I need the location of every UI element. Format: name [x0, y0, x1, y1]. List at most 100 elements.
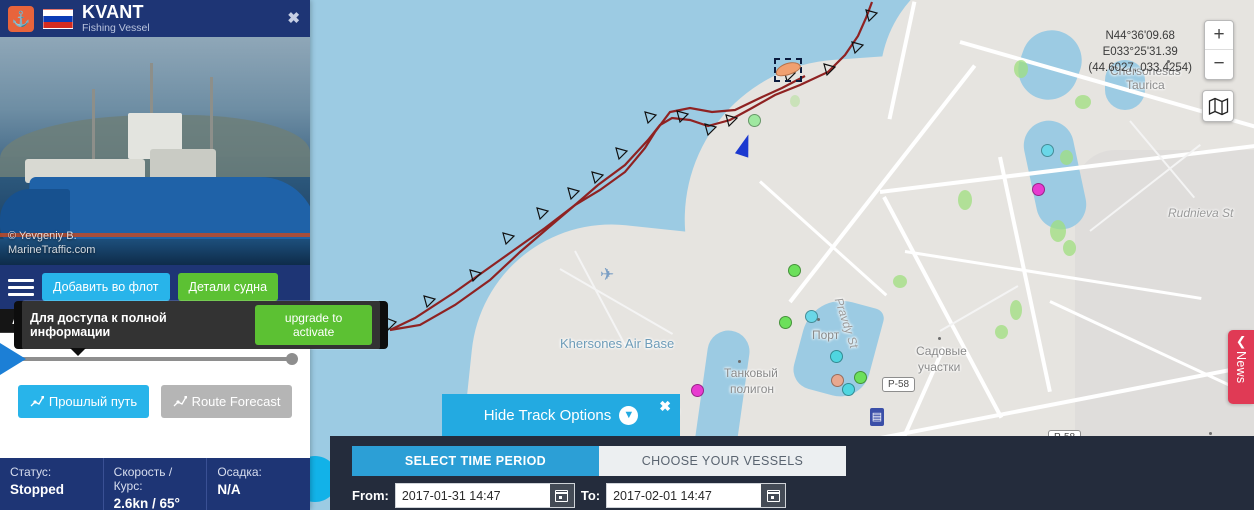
to-label: To:	[580, 488, 601, 503]
route-buttons: Прошлый путь Route Forecast	[0, 385, 310, 432]
vessel-marker[interactable]	[1032, 183, 1045, 196]
park-patch	[790, 95, 800, 107]
hamburger-icon[interactable]	[8, 278, 34, 296]
russia-flag-icon	[43, 8, 73, 29]
vessel-status-bar: Статус: Stopped Скорость / Курс: 2.6kn /…	[0, 458, 310, 510]
zoom-out-button[interactable]: −	[1205, 50, 1233, 79]
vessel-marker[interactable]	[1041, 144, 1054, 157]
park-patch	[1050, 220, 1066, 242]
close-track-options-icon[interactable]: ✖	[659, 398, 671, 415]
layers-icon	[1208, 97, 1228, 115]
tab-choose-your-vessels[interactable]: CHOOSE YOUR VESSELS	[599, 446, 846, 476]
photo-mast	[92, 89, 95, 163]
draught-label: Осадка:	[217, 465, 262, 479]
poi-dot	[1209, 432, 1212, 435]
to-calendar-button[interactable]	[761, 484, 786, 507]
vessel-marker[interactable]	[805, 310, 818, 323]
park-patch	[1060, 150, 1073, 165]
hide-track-label: Hide Track Options	[483, 406, 612, 424]
draught-cell: Осадка: N/A	[206, 458, 310, 510]
news-tab[interactable]: ❯ News	[1228, 330, 1254, 404]
tooltip-text: Для доступа к полной информации	[30, 311, 167, 339]
tab-select-time-period[interactable]: SELECT TIME PERIOD	[352, 446, 599, 476]
road-shield: P-58	[882, 377, 916, 392]
upgrade-tooltip: Для доступа к полной информации upgrade …	[14, 300, 388, 356]
park-patch	[1075, 95, 1091, 109]
slider-end-handle[interactable]	[286, 353, 298, 365]
status-cell: Статус: Stopped	[0, 458, 103, 510]
slider-track[interactable]	[0, 343, 298, 375]
poi-dot	[938, 337, 941, 340]
track-options-panel: SELECT TIME PERIOD CHOOSE YOUR VESSELS F…	[330, 436, 1254, 510]
track-tabs: SELECT TIME PERIOD CHOOSE YOUR VESSELS	[352, 446, 846, 476]
zoom-controls: + −	[1204, 20, 1234, 80]
news-tab-label: News	[1234, 350, 1248, 384]
hide-track-options-bar[interactable]: Hide Track Options ▼ ✖	[442, 394, 680, 436]
to-date-input[interactable]	[607, 488, 762, 503]
park-patch	[1014, 60, 1028, 78]
vessel-type: Fishing Vessel	[82, 22, 150, 35]
from-date-input[interactable]	[395, 488, 550, 503]
park-patch	[958, 190, 972, 210]
status-label: Статус:	[10, 465, 52, 479]
upgrade-to-activate-button[interactable]: upgrade to activate	[255, 305, 372, 345]
route-icon	[30, 395, 44, 406]
park-patch	[1010, 300, 1022, 320]
airport-icon: ✈	[600, 265, 615, 284]
longitude-dms: E033°25'31.39	[1102, 46, 1178, 58]
add-to-fleet-button[interactable]: Добавить во флот	[42, 273, 170, 301]
route-forecast-button[interactable]: Route Forecast	[161, 385, 292, 418]
vessel-marker[interactable]	[748, 114, 761, 127]
past-track-button[interactable]: Прошлый путь	[18, 385, 149, 418]
from-calendar-button[interactable]	[549, 484, 574, 507]
decimal-coords: (44.6027, 033.4254)	[1088, 62, 1192, 74]
calendar-icon	[555, 489, 569, 502]
coordinate-readout: N44°36'09.68 E033°25'31.39 (44.6027, 033…	[1088, 28, 1192, 76]
vessel-info-panel: ⚓ KVANT Fishing Vessel ✖ © Yevgeniy B. M…	[0, 0, 310, 510]
park-patch	[995, 325, 1008, 339]
status-value: Stopped	[10, 482, 64, 497]
vessel-photo: © Yevgeniy B. MarineTraffic.com	[0, 37, 310, 265]
vessel-panel-header: ⚓ KVANT Fishing Vessel ✖	[0, 0, 310, 37]
hide-track-caption: Hide Track Options ▼	[483, 405, 639, 425]
poi-dot	[738, 360, 741, 363]
photo-source: MarineTraffic.com	[8, 244, 96, 256]
layers-button[interactable]	[1202, 90, 1234, 122]
route-forecast-label: Route Forecast	[191, 394, 281, 409]
chevron-down-icon: ▼	[619, 405, 639, 425]
vessel-title-block: KVANT Fishing Vessel	[82, 3, 150, 34]
vessel-details-button[interactable]: Детали судна	[177, 273, 279, 301]
tooltip-content: Для доступа к полной информации upgrade …	[22, 300, 380, 350]
vessel-marker[interactable]	[788, 264, 801, 277]
date-range-row: From: To:	[352, 483, 1232, 508]
draught-value: N/A	[217, 482, 241, 497]
park-patch	[1063, 240, 1076, 256]
park-patch	[893, 275, 907, 288]
to-date-field[interactable]	[606, 483, 787, 508]
railway-icon: ▤	[870, 408, 884, 426]
vessel-marker[interactable]	[842, 383, 855, 396]
photo-credit: © Yevgeniy B.	[8, 230, 77, 242]
vessel-marker[interactable]	[830, 350, 843, 363]
marine-traffic-app: ✈ ▤ Chersonesus Taurica Rudnieva St Kher…	[0, 0, 1254, 510]
speed-course-value: 2.6kn / 65°	[113, 496, 180, 510]
vessel-marker[interactable]	[691, 384, 704, 397]
photo-watermark: © Yevgeniy B. MarineTraffic.com	[8, 229, 95, 257]
vessel-marker[interactable]	[779, 316, 792, 329]
vessel-name: KVANT	[82, 2, 144, 23]
vessel-icon: ⚓	[8, 5, 34, 32]
from-date-field[interactable]	[394, 483, 575, 508]
latitude-dms: N44°36'09.68	[1105, 30, 1175, 42]
photo-mast	[150, 63, 153, 119]
speed-course-cell: Скорость / Курс: 2.6kn / 65°	[102, 458, 207, 510]
zoom-in-button[interactable]: +	[1205, 21, 1233, 50]
route-icon	[173, 395, 187, 406]
chevron-up-icon: ❯	[1235, 335, 1247, 350]
calendar-icon	[766, 489, 780, 502]
from-label: From:	[352, 488, 389, 503]
speed-course-label: Скорость / Курс:	[113, 465, 173, 493]
past-track-label: Прошлый путь	[48, 394, 138, 409]
tooltip-arrow	[70, 348, 86, 356]
vessel-marker[interactable]	[854, 371, 867, 384]
close-panel-icon[interactable]: ✖	[287, 9, 300, 27]
